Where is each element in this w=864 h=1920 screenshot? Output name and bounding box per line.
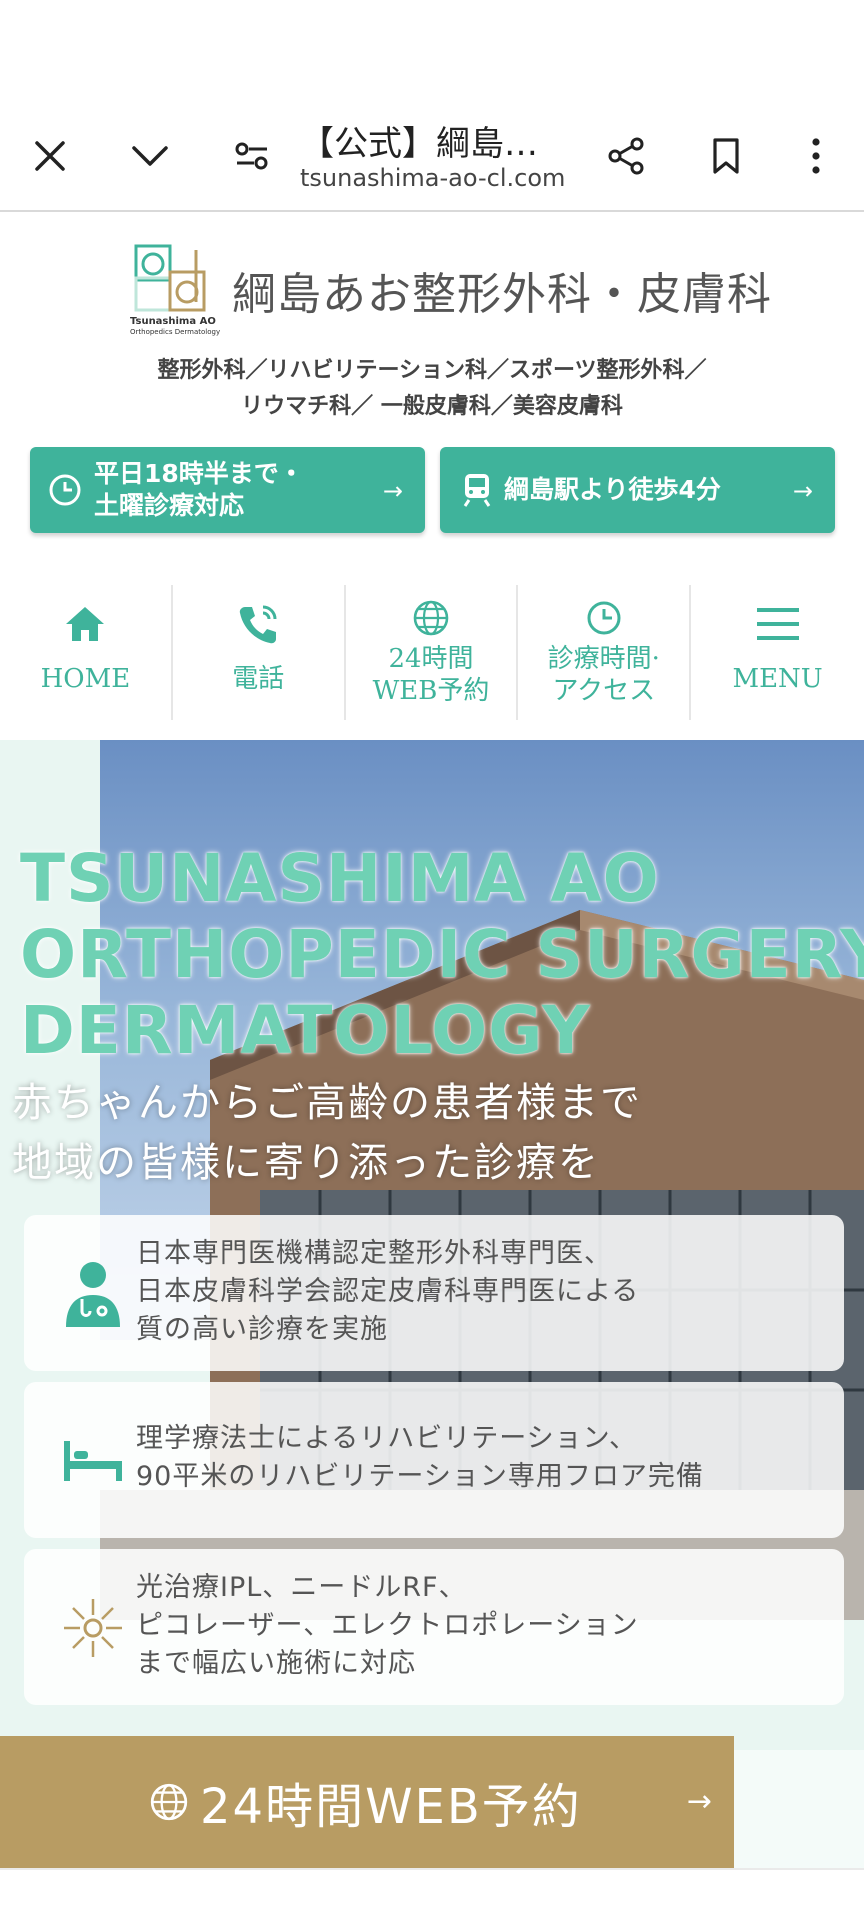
nav-phone-label: 電話 xyxy=(232,664,285,694)
nav-phone[interactable]: 電話 xyxy=(173,585,346,720)
hero-section: TSUNASHIMA AO ORTHOPEDIC SURGERY DERMATO… xyxy=(0,740,864,1750)
hero-subtitle-line-1: 赤ちゃんからご高齢の患者様まで xyxy=(12,1080,642,1126)
hero-title-line-1: TSUNASHIMA AO xyxy=(20,840,660,917)
hours-button[interactable]: 平日18時半まで・ 土曜診療対応 → xyxy=(30,447,425,533)
feature-card-aesthetic: 光治療IPL、ニードルRF、 ピコレーザー、エレクトロポレーション まで幅広い施… xyxy=(24,1549,844,1705)
arrow-right-icon: → xyxy=(686,1784,712,1819)
phone-icon xyxy=(235,593,281,655)
hero-subtitle-line-2: 地域の皆様に寄り添った診療を xyxy=(12,1140,600,1186)
close-icon[interactable] xyxy=(18,124,82,188)
hero-title-line-3: DERMATOLOGY xyxy=(20,992,591,1069)
browser-toolbar: 【公式】綱島あ… tsunashima-ao-cl.com xyxy=(0,100,864,212)
chevron-down-icon[interactable] xyxy=(118,124,182,188)
home-icon xyxy=(63,593,107,655)
site-settings-icon[interactable] xyxy=(220,124,284,188)
more-vert-icon[interactable] xyxy=(784,124,848,188)
bookmark-icon[interactable] xyxy=(694,124,758,188)
clinic-name: 綱島あお整形外科・皮膚科 xyxy=(232,269,772,320)
nav-web-reservation[interactable]: 24時間 WEB予約 xyxy=(346,585,519,720)
feature-text: 光治療IPL、ニードルRF、 ピコレーザー、エレクトロポレーション まで幅広い施… xyxy=(136,1572,639,1679)
feature-card-specialists: 日本専門医機構認定整形外科専門医、 日本皮膚科学会認定皮膚科専門医による 質の高… xyxy=(24,1215,844,1371)
train-icon xyxy=(462,472,492,508)
globe-icon xyxy=(411,593,451,643)
feature-text: 理学療法士によるリハビリテーション、 90平米のリハビリテーション専用フロア完備 xyxy=(136,1423,704,1492)
site-logo[interactable]: Tsunashima AO Orthopedics Dermatology 綱島… xyxy=(130,240,772,340)
nav-menu[interactable]: MENU xyxy=(691,585,864,720)
arrow-right-icon: → xyxy=(792,477,813,505)
nav-web-reservation-label: 24時間 WEB予約 xyxy=(372,644,490,706)
access-text: 綱島駅より徒歩4分 xyxy=(504,475,721,504)
bottom-filler xyxy=(734,1750,864,1870)
departments-line-1: 整形外科／リハビリテーション科／スポーツ整形外科／ xyxy=(157,358,707,383)
doctor-icon xyxy=(54,1255,132,1333)
main-nav: HOME 電話 24時間 WEB予約 診療時間· アクセス MENU xyxy=(0,585,864,720)
logo-subtext: Tsunashima AO Orthopedics Dermatology xyxy=(130,316,221,336)
globe-icon xyxy=(148,1781,190,1823)
tab-title[interactable]: 【公式】綱島あ… xyxy=(300,116,570,165)
logo-mark: Tsunashima AO Orthopedics Dermatology xyxy=(130,242,220,338)
hamburger-icon xyxy=(755,593,801,655)
web-reservation-cta[interactable]: 24時間WEB予約 → xyxy=(0,1736,734,1868)
hours-text: 平日18時半まで・ 土曜診療対応 xyxy=(94,459,304,520)
url-text[interactable]: tsunashima-ao-cl.com xyxy=(300,164,565,192)
clock-icon xyxy=(585,593,623,643)
status-bar xyxy=(0,0,864,100)
bottom-bar xyxy=(0,1868,864,1920)
feature-text: 日本専門医機構認定整形外科専門医、 日本皮膚科学会認定皮膚科専門医による 質の高… xyxy=(136,1238,640,1345)
cta-label: 24時間WEB予約 xyxy=(200,1779,582,1835)
nav-hours-access[interactable]: 診療時間· アクセス xyxy=(518,585,692,720)
share-icon[interactable] xyxy=(594,124,658,188)
sparkle-icon xyxy=(54,1589,132,1667)
bed-icon xyxy=(54,1422,132,1500)
arrow-right-icon: → xyxy=(382,477,403,505)
hero-title-line-2: ORTHOPEDIC SURGERY xyxy=(20,916,864,993)
nav-home-label: HOME xyxy=(40,664,131,694)
clock-icon xyxy=(48,473,82,507)
nav-hours-access-label: 診療時間· アクセス xyxy=(547,644,660,706)
access-button[interactable]: 綱島駅より徒歩4分 → xyxy=(440,447,835,533)
departments-line-2: リウマチ科／ 一般皮膚科／美容皮膚科 xyxy=(241,394,623,419)
nav-menu-label: MENU xyxy=(732,664,823,694)
nav-home[interactable]: HOME xyxy=(0,585,173,720)
feature-card-rehabilitation: 理学療法士によるリハビリテーション、 90平米のリハビリテーション専用フロア完備 xyxy=(24,1382,844,1538)
